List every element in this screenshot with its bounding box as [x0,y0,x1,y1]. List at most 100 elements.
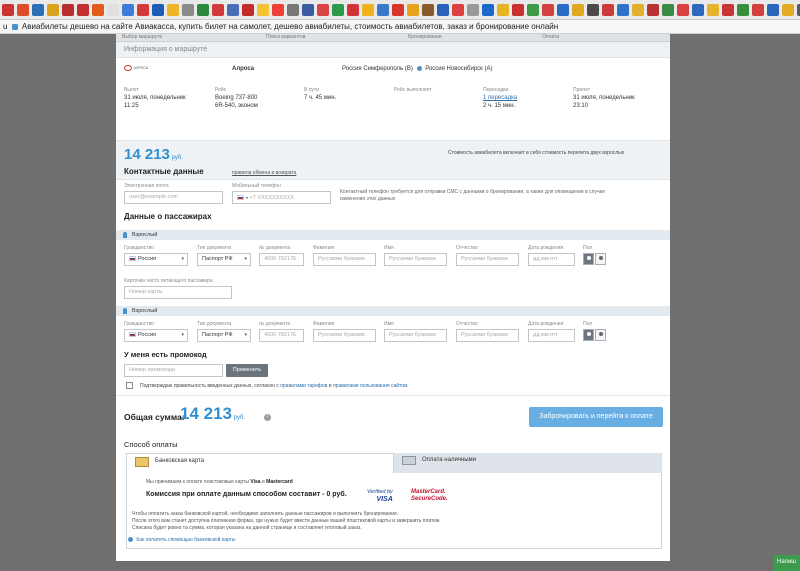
birth-input-1[interactable]: дд.мм.гггг [528,253,575,266]
flight-label: Рейс [215,87,227,93]
rules-link[interactable]: правила обмена и возврата [232,170,296,176]
book-and-pay-button[interactable]: Забронировать и перейти к оплате [529,407,663,427]
bookmark-favicon-icon[interactable] [542,3,554,16]
russia-flag-icon [129,256,136,262]
bookmark-favicon-icon[interactable] [197,3,209,16]
bookmark-favicon-icon[interactable] [287,3,299,16]
step-payment[interactable]: Оплата [542,34,559,41]
bookmark-favicon-icon[interactable] [572,3,584,16]
bookmark-favicon-icon[interactable] [77,3,89,16]
tab-bank-card[interactable]: Банковская карта [126,453,394,473]
how-to-pay-link[interactable]: Как оплатить спомощью банковской карты [136,537,235,543]
bookmark-favicon-icon[interactable] [92,3,104,16]
surname-input-1[interactable]: Русскими буквами [313,253,376,266]
bookmark-favicon-icon[interactable] [437,3,449,16]
bookmark-favicon-icon[interactable] [227,3,239,16]
bookmark-favicon-icon[interactable] [107,3,119,16]
total-amount: 14 213 [180,404,232,423]
patronymic-input-1[interactable]: Русскими буквами [456,253,519,266]
docnum-input-1[interactable]: 4506 78217Е [259,253,304,266]
phone-country-caret-icon[interactable]: ▾ [246,195,248,200]
bookmark-favicon-icon[interactable] [2,3,14,16]
bookmark-favicon-icon[interactable] [392,3,404,16]
departure-time: 11:25 [124,103,139,109]
doctype-select-2[interactable]: Паспорт РФ ▾ [197,329,251,342]
bookmark-favicon-icon[interactable] [257,3,269,16]
bookmark-favicon-icon[interactable] [377,3,389,16]
bookmark-favicon-icon[interactable] [137,3,149,16]
bookmark-favicon-icon[interactable] [32,3,44,16]
bookmark-favicon-icon[interactable] [497,3,509,16]
agree-checkbox[interactable] [126,382,133,389]
bookmark-favicon-icon[interactable] [467,3,479,16]
step-search[interactable]: Поиск вариантов [266,34,305,41]
bookmark-favicon-icon[interactable] [587,3,599,16]
bookmark-favicon-icon[interactable] [767,3,779,16]
bookmark-favicon-icon[interactable] [707,3,719,16]
site-rules-link[interactable]: правилами пользования сайтом [333,383,408,389]
gender-female-button-1[interactable] [595,253,606,265]
citizenship-select-1[interactable]: Россия ▾ [124,253,188,266]
bookmark-favicon-icon[interactable] [152,3,164,16]
ffp-input[interactable]: Номер карты [124,286,232,299]
tab-title[interactable]: Авиабилеты дешево на сайте Авиакасса, ку… [22,22,558,31]
bookmark-favicon-icon[interactable] [182,3,194,16]
bookmark-favicon-icon[interactable] [677,3,689,16]
bookmark-favicon-icon[interactable] [662,3,674,16]
info-icon[interactable]: i [264,414,271,421]
bookmark-favicon-icon[interactable] [47,3,59,16]
bookmark-favicon-icon[interactable] [602,3,614,16]
tariff-rules-link[interactable]: правилами тарифов [280,383,327,389]
apply-promo-button[interactable]: Применить [226,364,268,377]
bookmark-favicon-icon[interactable] [692,3,704,16]
bookmark-favicon-icon[interactable] [617,3,629,16]
bookmark-favicon-icon[interactable] [752,3,764,16]
bookmark-favicon-icon[interactable] [212,3,224,16]
birth-input-2[interactable]: дд.мм.гггг [528,329,575,342]
bookmark-favicon-icon[interactable] [782,3,794,16]
bookmark-favicon-icon[interactable] [272,3,284,16]
doctype-select-1[interactable]: Паспорт РФ ▾ [197,253,251,266]
bookmark-favicon-icon[interactable] [422,3,434,16]
bookmark-favicon-icon[interactable] [317,3,329,16]
bookmark-favicon-icon[interactable] [722,3,734,16]
bookmark-favicon-icon[interactable] [347,3,359,16]
bank-card-icon [135,457,149,467]
step-route[interactable]: Выбор маршрута [122,34,162,41]
promo-input[interactable]: Номер промокода [124,364,223,377]
gender-male-button-1[interactable] [583,253,594,265]
email-input[interactable]: user@example.com [124,191,223,204]
accept-and: и [261,479,265,485]
bookmark-favicon-icon[interactable] [62,3,74,16]
gender-male-button-2[interactable] [583,329,594,341]
bookmark-favicon-icon[interactable] [362,3,374,16]
bookmark-favicon-icon[interactable] [167,3,179,16]
chat-button[interactable]: Напиш [774,555,800,571]
patronymic-input-2[interactable]: Русскими буквами [456,329,519,342]
bookmark-favicon-icon[interactable] [632,3,644,16]
how-to-pay[interactable]: Как оплатить спомощью банковской карты [128,537,235,543]
bookmark-favicon-icon[interactable] [512,3,524,16]
bookmark-favicon-icon[interactable] [122,3,134,16]
name-input-1[interactable]: Русскими буквами [384,253,447,266]
gender-female-button-2[interactable] [595,329,606,341]
surname-input-2[interactable]: Русскими буквами [313,329,376,342]
tab-cash[interactable]: Оплата наличными [394,453,662,473]
bookmark-favicon-icon[interactable] [737,3,749,16]
bookmark-favicon-icon[interactable] [242,3,254,16]
bookmark-favicon-icon[interactable] [527,3,539,16]
bookmark-favicon-icon[interactable] [17,3,29,16]
docnum-input-2[interactable]: 4506 78217Е [259,329,304,342]
bookmark-favicon-icon[interactable] [302,3,314,16]
name-input-2[interactable]: Русскими буквами [384,329,447,342]
bookmark-favicon-icon[interactable] [332,3,344,16]
bookmark-favicon-icon[interactable] [482,3,494,16]
citizenship-select-2[interactable]: Россия ▾ [124,329,188,342]
transfers-link[interactable]: 1 пересадка [483,95,517,101]
bookmark-favicon-icon[interactable] [557,3,569,16]
bookmark-favicon-icon[interactable] [647,3,659,16]
phone-input[interactable]: ▾ +7 XXXXXXXXXX [232,191,331,204]
bookmark-favicon-icon[interactable] [407,3,419,16]
bookmark-favicon-icon[interactable] [452,3,464,16]
step-booking[interactable]: Бронирование [408,34,442,41]
